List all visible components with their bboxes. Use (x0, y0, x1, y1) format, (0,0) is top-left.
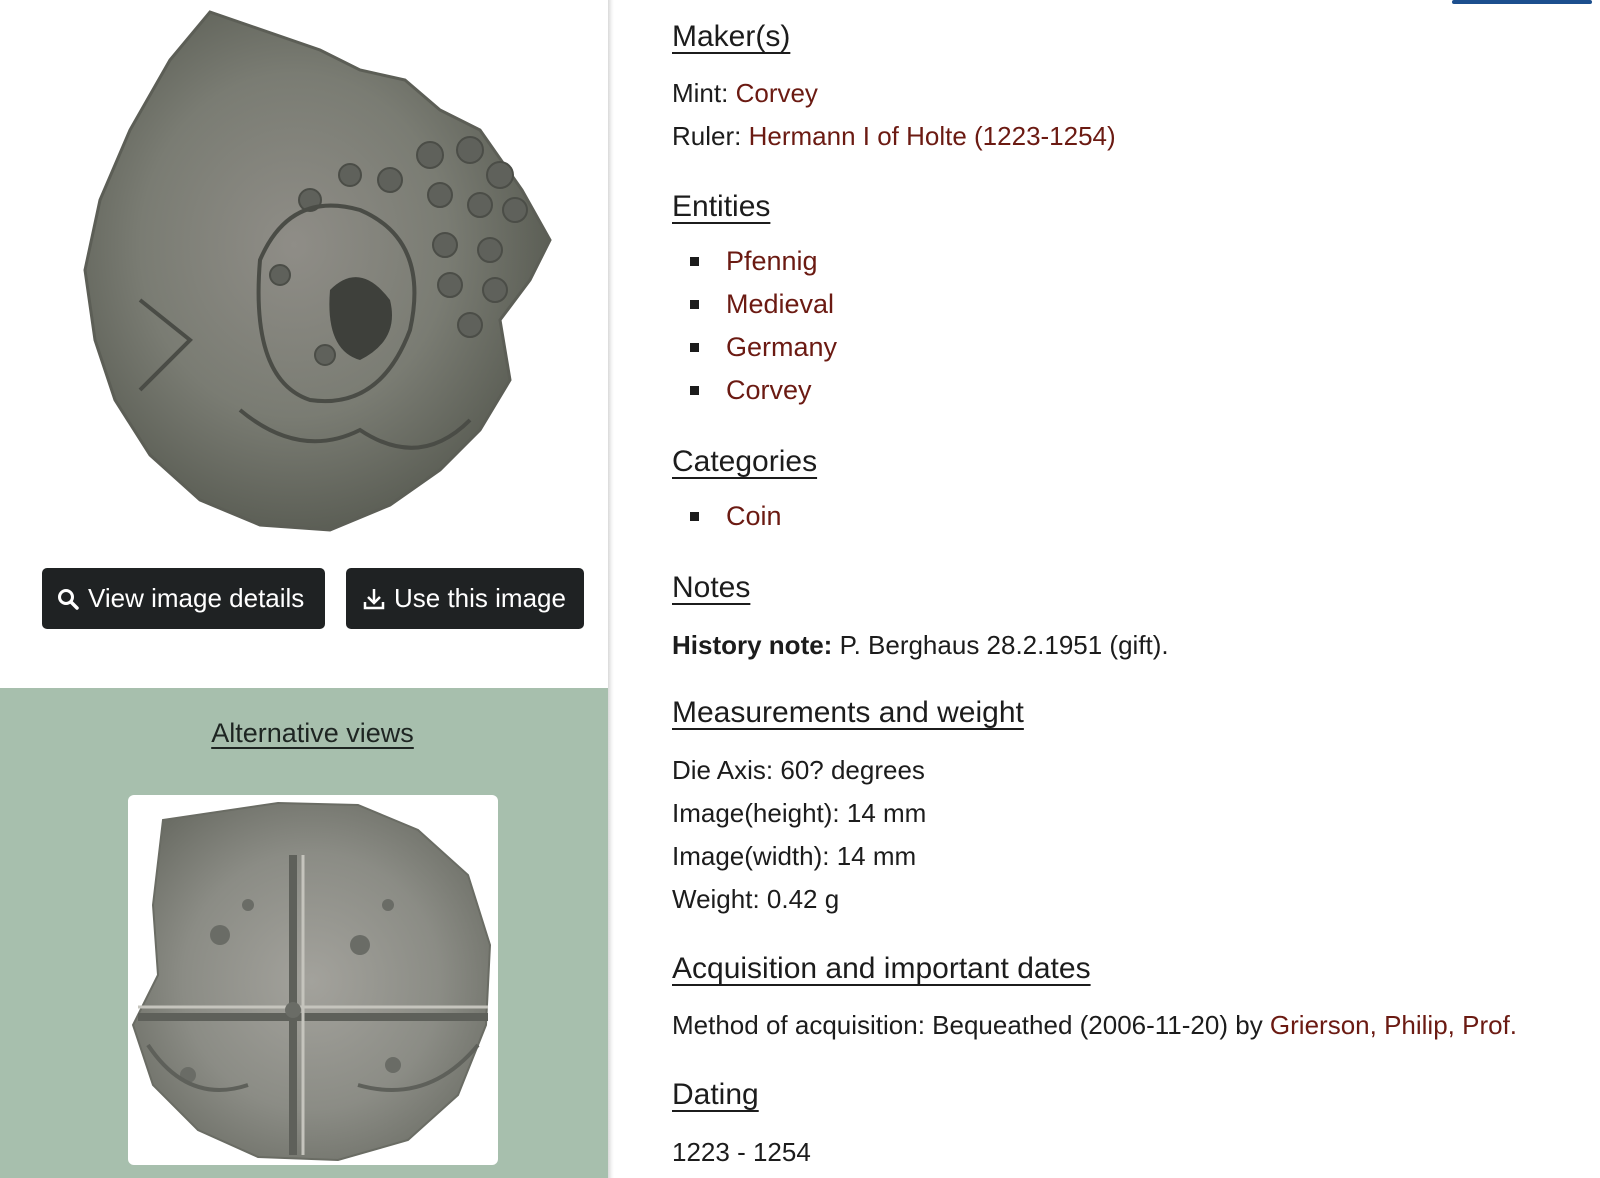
acquisition-method-text: Method of acquisition: Bequeathed (2006-… (672, 1010, 1263, 1040)
ruler-link[interactable]: Hermann I of Holte (1223-1254) (749, 121, 1116, 151)
view-image-details-button[interactable]: View image details (42, 568, 325, 629)
coin-reverse-image (131, 801, 492, 1162)
image-height-line: Image(height): 14 mm (672, 798, 927, 828)
notes-heading: Notes (672, 571, 751, 604)
entity-link-medieval[interactable]: Medieval (726, 289, 834, 320)
category-link-coin[interactable]: Coin (726, 501, 782, 532)
dating-value: 1223 - 1254 (672, 1137, 811, 1167)
weight-line: Weight: 0.42 g (672, 884, 840, 914)
object-details-panel: Maker(s) Mint: Corvey Ruler: Hermann I o… (672, 0, 1592, 1178)
entities-heading: Entities (672, 190, 771, 223)
history-note-label: History note: (672, 630, 833, 660)
ruler-label: Ruler: (672, 121, 742, 151)
bullet-icon (690, 300, 699, 309)
entity-link-germany[interactable]: Germany (726, 332, 837, 363)
view-image-details-label: View image details (88, 583, 305, 613)
entity-item: Pfennig (690, 246, 818, 277)
bullet-icon (690, 343, 699, 352)
measurements-heading: Measurements and weight (672, 696, 1024, 729)
use-this-image-label: Use this image (394, 583, 566, 613)
coin-obverse-image[interactable] (60, 0, 560, 545)
entity-link-corvey[interactable]: Corvey (726, 375, 812, 406)
panel-divider (608, 0, 614, 1178)
bullet-icon (690, 386, 699, 395)
mint-line: Mint: Corvey (672, 78, 818, 109)
acquisition-person-link[interactable]: Grierson, Philip, Prof. (1270, 1010, 1517, 1040)
mint-link[interactable]: Corvey (736, 78, 818, 108)
search-icon (58, 588, 79, 610)
alternative-views-title[interactable]: Alternative views (0, 718, 625, 749)
image-width-line: Image(width): 14 mm (672, 841, 917, 871)
entity-item: Germany (690, 332, 837, 363)
alternative-views-section: Alternative views (0, 688, 609, 1178)
acquisition-method-line: Method of acquisition: Bequeathed (2006-… (672, 1010, 1517, 1041)
entity-link-pfennig[interactable]: Pfennig (726, 246, 818, 277)
image-panel: View image details Use this image Altern… (0, 0, 609, 1178)
dating-heading: Dating (672, 1078, 759, 1111)
history-note-line: History note: P. Berghaus 28.2.1951 (gif… (672, 630, 1169, 661)
use-this-image-button[interactable]: Use this image (346, 568, 584, 629)
ruler-line: Ruler: Hermann I of Holte (1223-1254) (672, 121, 1116, 152)
die-axis-line: Die Axis: 60? degrees (672, 755, 925, 785)
bullet-icon (690, 512, 699, 521)
acquisition-heading: Acquisition and important dates (672, 952, 1091, 985)
bullet-icon (690, 257, 699, 266)
category-item: Coin (690, 501, 782, 532)
history-note-value: P. Berghaus 28.2.1951 (gift). (839, 630, 1169, 660)
entity-item: Medieval (690, 289, 834, 320)
page: View image details Use this image Altern… (0, 0, 1600, 1178)
alternative-view-thumbnail[interactable] (128, 795, 498, 1165)
download-icon (363, 588, 385, 609)
makers-heading: Maker(s) (672, 20, 791, 53)
entity-item: Corvey (690, 375, 812, 406)
mint-label: Mint: (672, 78, 729, 108)
categories-heading: Categories (672, 445, 818, 478)
